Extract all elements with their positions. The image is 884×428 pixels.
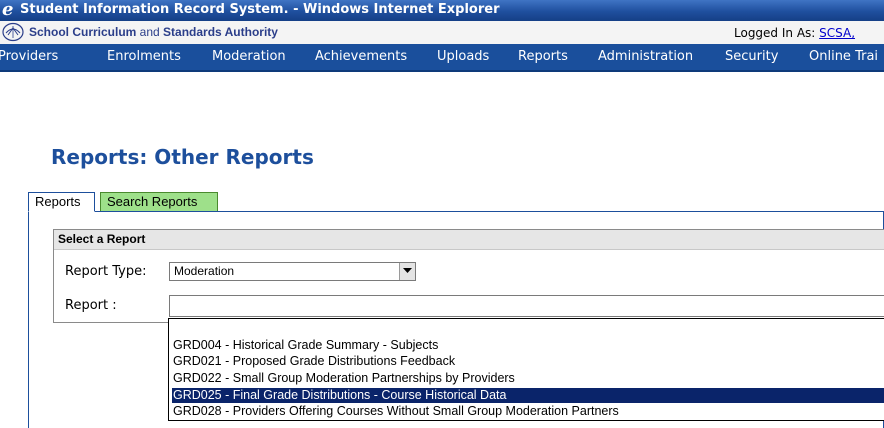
section-title: Select a Report [58,232,146,246]
chevron-down-icon [403,268,412,273]
report-option[interactable]: GRD028 - Providers Offering Courses With… [172,404,884,419]
nav-moderation[interactable]: Moderation [212,49,286,65]
page-title: Reports: Other Reports [51,145,314,169]
report-label: Report : [65,298,117,313]
nav-providers[interactable]: Providers [0,49,58,65]
nav-enrolments[interactable]: Enrolments [107,49,181,65]
scsa-logo-icon [2,22,24,42]
section-header: Select a Report [54,230,884,250]
org-header: School Curriculum and Standards Authorit… [0,21,884,45]
logged-in-user-link[interactable]: SCSA, [819,26,855,40]
report-option[interactable]: GRD022 - Small Group Moderation Partners… [172,371,884,386]
report-select[interactable] [169,295,884,317]
dropdown-arrow-button[interactable] [399,263,415,280]
report-dropdown-list: GRD004 - Historical Grade Summary - Subj… [168,318,884,421]
organization-name: School Curriculum and Standards Authorit… [29,25,278,39]
nav-achievements[interactable]: Achievements [315,49,407,65]
nav-administration[interactable]: Administration [598,49,693,65]
nav-online-training[interactable]: Online Trai [809,49,878,65]
window-title-bar: e Student Information Record System. - W… [0,0,884,21]
logged-in-status: Logged In As: SCSA, [734,26,855,41]
tab-reports[interactable]: Reports [28,192,95,212]
report-option-selected[interactable]: GRD025 - Final Grade Distributions - Cou… [172,388,884,403]
report-type-select[interactable]: Moderation [169,262,416,281]
nav-reports[interactable]: Reports [518,49,568,65]
window-title: Student Information Record System. - Win… [20,2,500,17]
nav-security[interactable]: Security [725,49,778,65]
report-option[interactable]: GRD021 - Proposed Grade Distributions Fe… [172,354,884,369]
report-type-value: Moderation [174,264,235,278]
nav-uploads[interactable]: Uploads [437,49,489,65]
internet-explorer-icon: e [2,0,14,20]
logged-in-label: Logged In As: [734,26,820,40]
report-option[interactable]: GRD004 - Historical Grade Summary - Subj… [172,338,884,353]
report-type-label: Report Type: [65,264,147,279]
main-nav: Providers Enrolments Moderation Achievem… [0,44,884,72]
tab-search-reports[interactable]: Search Reports [100,192,218,212]
